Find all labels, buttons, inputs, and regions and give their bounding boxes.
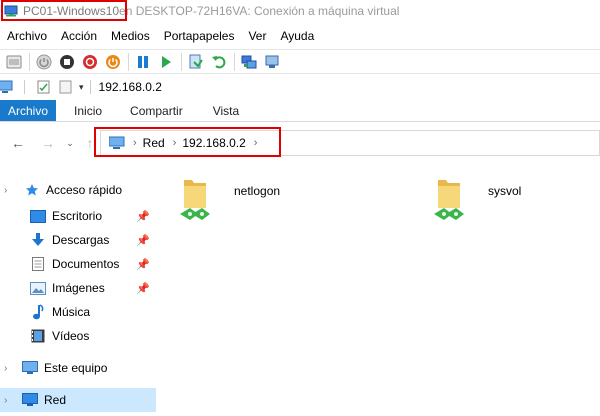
share-item-sysvol[interactable]: sysvol	[430, 174, 521, 222]
menu-portapapeles[interactable]: Portapapeles	[157, 29, 242, 43]
toolbar-separator	[29, 52, 30, 71]
window-title-rest: en DESKTOP-72H16VA: Conexión a máquina v…	[119, 4, 400, 18]
nav-red[interactable]: › Red	[0, 388, 156, 412]
nav-descargas[interactable]: Descargas 📌	[0, 228, 156, 252]
breadcrumb-ip[interactable]: 192.168.0.2	[182, 136, 245, 150]
nav-label: Escritorio	[52, 209, 103, 223]
up-arrow-icon[interactable]: ↑	[82, 135, 98, 151]
tab-inicio[interactable]: Inicio	[56, 100, 116, 121]
address-bar[interactable]: › Red › 192.168.0.2 ›	[100, 130, 600, 156]
nav-escritorio[interactable]: Escritorio 📌	[0, 204, 156, 228]
share-name: netlogon	[234, 184, 281, 198]
pause-button[interactable]	[134, 53, 152, 71]
nav-label: Este equipo	[44, 361, 108, 375]
toolbar-separator	[234, 52, 235, 71]
new-folder-icon[interactable]	[59, 80, 73, 94]
navigation-pane: › Acceso rápido Escritorio 📌 Descargas 📌…	[0, 176, 156, 416]
revert-button[interactable]	[210, 53, 228, 71]
toolbar-separator	[181, 52, 182, 71]
download-icon	[30, 233, 46, 247]
vm-connection-icon	[4, 5, 18, 17]
forward-arrow-icon[interactable]: →	[40, 135, 56, 151]
navigation-row: ← → ⌄ ↑ › Red › 192.168.0.2 ›	[0, 126, 600, 160]
share-name: sysvol	[488, 184, 522, 198]
menu-archivo[interactable]: Archivo	[0, 29, 54, 43]
pictures-icon	[30, 281, 46, 295]
network-icon	[109, 136, 125, 149]
desktop-icon	[30, 209, 46, 223]
turn-off-button[interactable]	[58, 53, 76, 71]
breadcrumb-separator-icon[interactable]: ›	[254, 137, 258, 149]
shared-folder-icon	[176, 174, 216, 222]
nav-label: Música	[52, 305, 91, 319]
ribbon-tabs: Archivo Inicio Compartir Vista	[0, 100, 600, 122]
nav-quick-access[interactable]: › Acceso rápido	[0, 176, 156, 204]
pin-icon: 📌	[136, 234, 150, 247]
breadcrumb-separator-icon[interactable]: ›	[133, 137, 137, 149]
nav-este-equipo[interactable]: › Este equipo	[0, 356, 156, 380]
nav-label: Red	[44, 393, 67, 407]
shared-folder-icon	[430, 174, 470, 222]
star-icon	[24, 183, 40, 197]
this-pc-icon	[22, 361, 38, 375]
videos-icon	[30, 329, 46, 343]
documents-icon	[30, 257, 46, 271]
nav-documentos[interactable]: Documentos 📌	[0, 252, 156, 276]
expand-chevron-icon[interactable]: ›	[4, 185, 14, 196]
resume-button[interactable]	[157, 53, 175, 71]
vm-menu-bar: Archivo Acción Medios Portapapeles Ver A…	[0, 26, 321, 46]
toolbar-separator	[128, 52, 129, 71]
menu-ayuda[interactable]: Ayuda	[273, 29, 321, 43]
menu-accion[interactable]: Acción	[54, 29, 104, 43]
ctrl-alt-del-button[interactable]	[5, 53, 23, 71]
tab-compartir[interactable]: Compartir	[116, 100, 197, 121]
menu-medios[interactable]: Medios	[104, 29, 157, 43]
nav-label: Vídeos	[52, 329, 90, 343]
recent-locations-chevron-icon[interactable]: ⌄	[62, 138, 78, 149]
network-icon	[22, 393, 38, 407]
music-icon	[30, 304, 46, 320]
vm-toolbar	[0, 49, 600, 74]
tab-vista[interactable]: Vista	[197, 100, 253, 121]
expand-chevron-icon[interactable]: ›	[4, 395, 14, 406]
nav-imagenes[interactable]: Imágenes 📌	[0, 276, 156, 300]
vm-title-bar: PC01-Windows10 en DESKTOP-72H16VA: Conex…	[0, 0, 600, 22]
nav-musica[interactable]: Música	[0, 300, 156, 324]
pin-icon: 📌	[136, 258, 150, 271]
breadcrumb-red[interactable]: Red	[143, 136, 165, 150]
quick-access-toolbar: ▾ 192.168.0.2	[0, 77, 600, 97]
save-state-button[interactable]	[104, 53, 122, 71]
checkpoint-button[interactable]	[187, 53, 205, 71]
tab-archivo[interactable]: Archivo	[0, 100, 57, 121]
share-item-netlogon[interactable]: netlogon	[176, 174, 280, 222]
menu-ver[interactable]: Ver	[241, 29, 273, 43]
network-computer-icon	[0, 80, 13, 93]
back-arrow-icon[interactable]: ←	[10, 135, 26, 151]
customize-dropdown-icon[interactable]: ▾	[79, 82, 84, 93]
vm-name: PC01-Windows10	[23, 4, 120, 18]
pin-icon: 📌	[136, 210, 150, 223]
breadcrumb-separator-icon[interactable]: ›	[173, 137, 177, 149]
nav-label: Documentos	[52, 257, 120, 271]
shutdown-button[interactable]	[81, 53, 99, 71]
pin-icon: 📌	[136, 282, 150, 295]
window-path-title: 192.168.0.2	[98, 80, 162, 94]
file-list: netlogon sysvol	[170, 170, 600, 416]
enhanced-session-button[interactable]	[240, 53, 258, 71]
nav-label: Descargas	[52, 233, 110, 247]
expand-chevron-icon[interactable]: ›	[4, 363, 14, 374]
properties-icon[interactable]	[37, 80, 51, 94]
start-button[interactable]	[35, 53, 53, 71]
nav-label: Acceso rápido	[46, 183, 123, 197]
nav-label: Imágenes	[52, 281, 105, 295]
share-button[interactable]	[263, 53, 281, 71]
nav-videos[interactable]: Vídeos	[0, 324, 156, 348]
